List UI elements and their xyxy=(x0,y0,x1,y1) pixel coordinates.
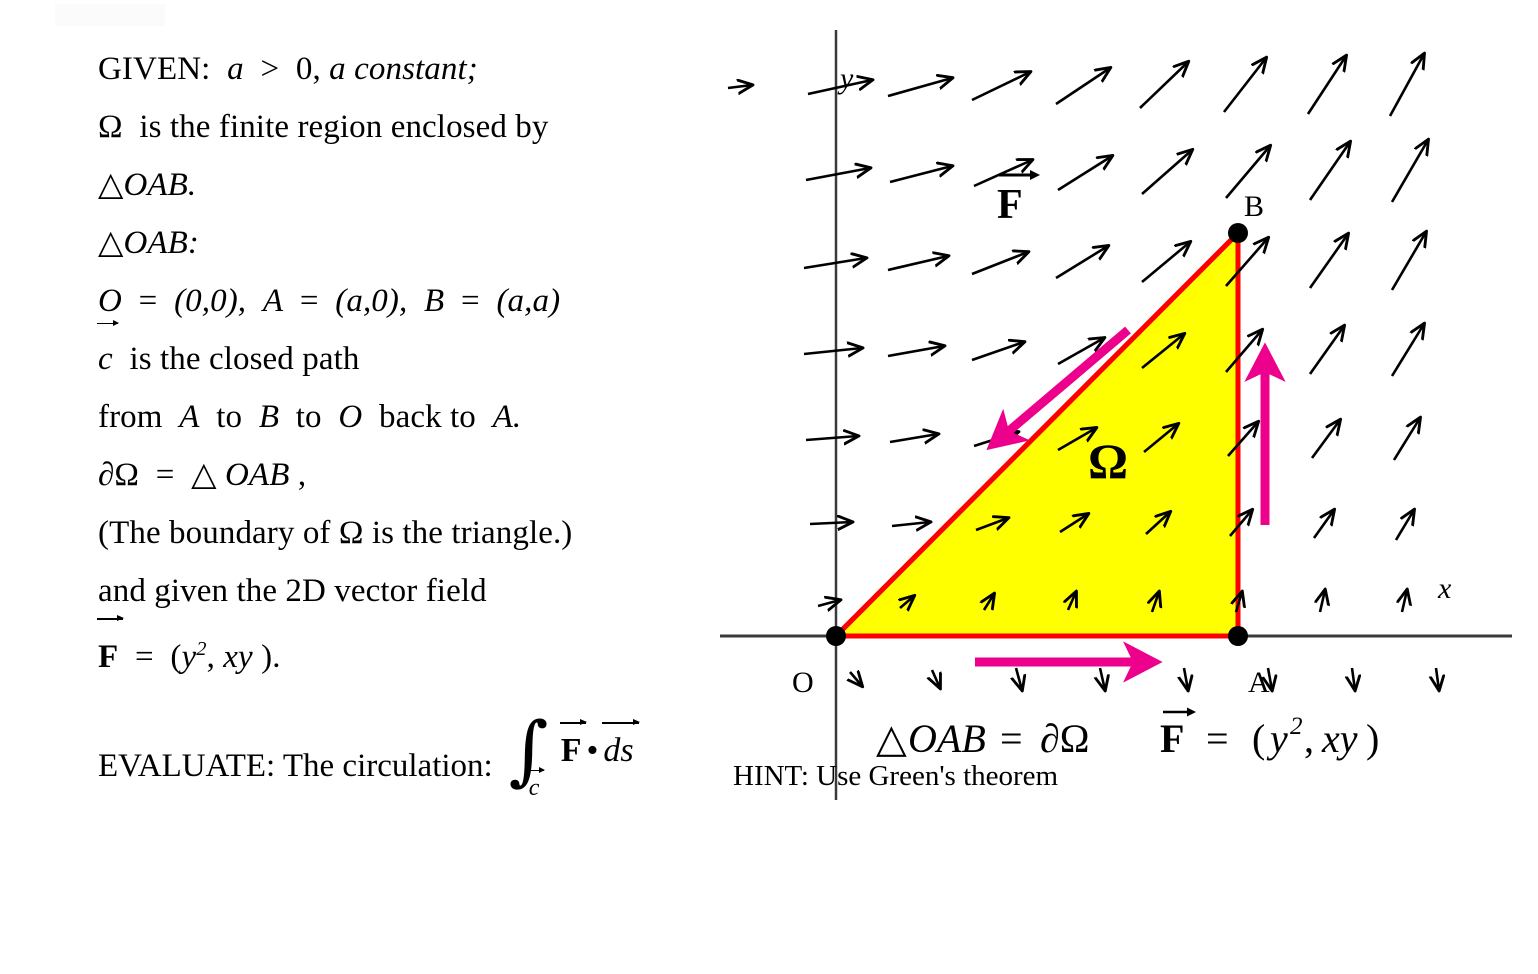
caption-field-F: F xyxy=(1160,716,1184,761)
caption-paren-close: ) xyxy=(1366,716,1379,761)
given-label: GIVEN: xyxy=(98,51,211,87)
boundary-equation-line: ∂Ω = △ OAB , xyxy=(98,446,718,504)
path-c-vector: c xyxy=(97,319,119,388)
vertex-label-O: O xyxy=(792,666,814,699)
triangle-symbol: △ xyxy=(98,225,124,261)
caption-equals: = xyxy=(1000,716,1023,761)
path-vertex-B: B xyxy=(258,399,280,435)
dot-product-operator: • xyxy=(586,732,599,769)
integral-subscript-c: c xyxy=(527,766,545,801)
vertex-O-value: (0,0), xyxy=(174,283,247,319)
field-label-group: F xyxy=(997,170,1040,228)
evaluate-row: EVALUATE: The circulation: ∫ c F • ds xyxy=(98,712,679,814)
path-vertex-A-end: A. xyxy=(492,399,522,435)
caption-field-y: y xyxy=(1266,716,1288,761)
partial-omega: ∂Ω xyxy=(98,457,140,493)
vector-field-diagram: y x F Ω O A B △ OAB = ∂Ω F = (y 2 , xy … xyxy=(700,0,1538,830)
diagram-svg: y x F Ω O A B △ OAB = ∂Ω F = (y 2 , xy … xyxy=(720,30,1512,800)
paren-close: ). xyxy=(261,639,281,675)
boundary-note-line: (The boundary of Ω is the triangle.) xyxy=(98,515,573,551)
vertex-A-value: (a,0), xyxy=(335,283,408,319)
vertex-dot-O xyxy=(826,626,846,646)
triangle-symbol: △ xyxy=(191,457,217,493)
field-intro-line: and given the 2D vector field xyxy=(98,573,487,609)
vertex-label-A: A xyxy=(1248,666,1270,699)
path-vertex-A: A xyxy=(179,399,200,435)
caption-field-comma: , xyxy=(1304,716,1314,761)
integrand-ds-vector: ds xyxy=(602,718,640,769)
vertex-label-B: B xyxy=(1244,190,1264,223)
caption-field-equals: = xyxy=(1206,716,1229,761)
circulation-integral: ∫ c F • ds xyxy=(509,712,679,814)
scan-artifact xyxy=(55,4,165,26)
slide-canvas: GIVEN: a > 0, a constant; Ω is the finit… xyxy=(0,0,1538,974)
caption-partial-omega: ∂Ω xyxy=(1040,716,1090,761)
evaluate-label: EVALUATE: The circulation: xyxy=(98,748,493,784)
caption-triangle-symbol: △ xyxy=(876,716,907,761)
field-definition-line: F = (y2, xy ). xyxy=(96,615,718,686)
triangle-symbol: △ xyxy=(98,167,124,203)
boundary-oab: OAB xyxy=(225,457,290,493)
omega-symbol: Ω xyxy=(98,109,123,145)
vertex-dot-B xyxy=(1228,223,1248,243)
triangle-oab-period: OAB. xyxy=(123,167,197,203)
equals-5: = xyxy=(134,639,154,675)
vertex-coordinates-line: O = (0,0), A = (a,0), B = (a,a) xyxy=(98,272,718,330)
caption-field-exponent: 2 xyxy=(1290,713,1303,740)
field-exponent: 2 xyxy=(196,638,207,660)
vertex-A: A xyxy=(262,283,284,319)
equals-4: = xyxy=(155,457,175,493)
region-label-omega: Ω xyxy=(1088,433,1128,489)
equals-3: = xyxy=(461,283,480,319)
vertex-dot-A xyxy=(1228,626,1248,646)
triangle-oab-colon: OAB: xyxy=(123,225,200,261)
equals-2: = xyxy=(299,283,319,319)
path-from: from xyxy=(98,399,163,435)
caption-paren-open: ( xyxy=(1252,716,1265,761)
vertex-B: B xyxy=(424,283,445,319)
hint-text: HINT: Use Green's theorem xyxy=(733,760,1059,792)
omega-description: is the finite region enclosed by xyxy=(139,109,549,145)
caption-triangle-oab: OAB xyxy=(908,716,986,761)
caption-triangle-equals-boundary: △ OAB = ∂Ω xyxy=(876,716,1090,761)
caption-field-xy: xy xyxy=(1321,716,1358,761)
caption-field-definition: F = ( y 2 , xy ) xyxy=(1160,707,1379,761)
given-line-1: GIVEN: a > 0, a constant; xyxy=(98,40,718,98)
x-axis-label: x xyxy=(1437,572,1452,605)
vertex-O: O xyxy=(98,283,122,319)
relation-gt: > xyxy=(260,51,280,87)
zero-value: 0, xyxy=(295,51,321,87)
given-line-3: △OAB. xyxy=(98,156,718,214)
integrand: F • ds xyxy=(559,718,640,770)
path-to-1: to xyxy=(216,399,243,435)
given-line-4: △OAB: xyxy=(98,214,718,272)
paren-open: ( xyxy=(170,639,182,675)
path-vertex-O: O xyxy=(338,399,363,435)
problem-statement: GIVEN: a > 0, a constant; Ω is the finit… xyxy=(96,40,718,686)
field-F-vector: F xyxy=(96,615,125,686)
y-axis-label: y xyxy=(837,62,854,95)
path-back-to: back to xyxy=(379,399,476,435)
comma: , xyxy=(206,639,215,675)
path-c-description: is the closed path xyxy=(129,341,360,377)
path-to-2: to xyxy=(295,399,322,435)
constant-a: a xyxy=(227,51,244,87)
a-constant-text: a constant; xyxy=(329,51,478,87)
equals-1: = xyxy=(138,283,158,319)
given-line-2: Ω is the finite region enclosed by xyxy=(98,98,718,156)
comma: , xyxy=(297,457,307,493)
field-component-xy: xy xyxy=(223,639,253,675)
path-order-line: from A to B to O back to A. xyxy=(98,388,718,446)
field-component-y: y xyxy=(181,639,197,675)
integrand-F-vector: F xyxy=(559,718,588,769)
vertex-B-value: (a,a) xyxy=(496,283,561,319)
path-c-line: c is the closed path xyxy=(97,319,718,388)
field-label-F: F xyxy=(997,182,1023,228)
